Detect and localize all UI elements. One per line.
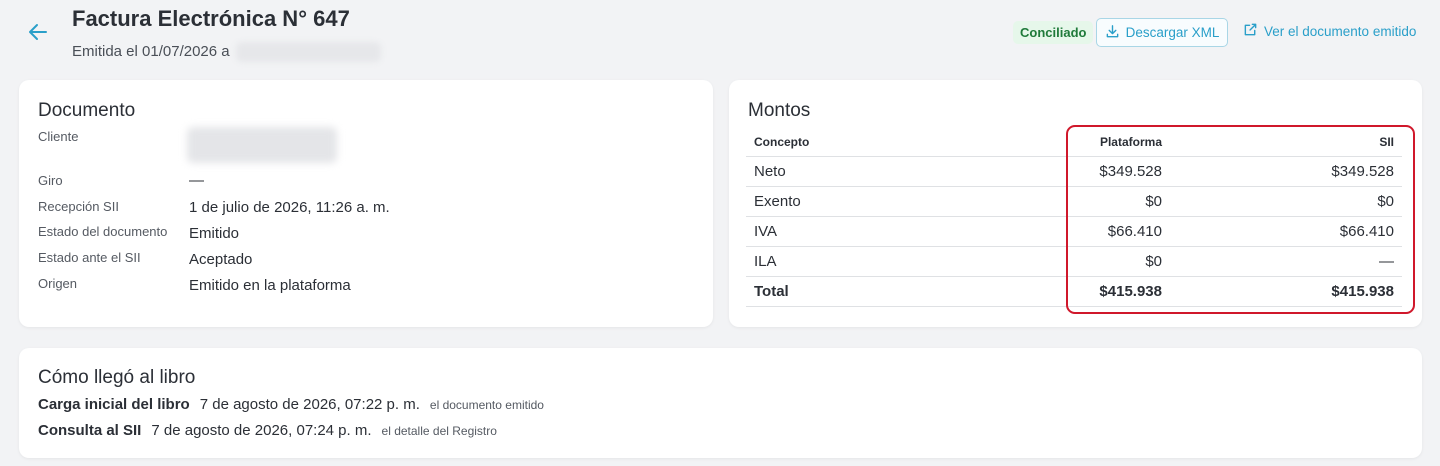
- page-subtitle: Emitida el 01/07/2026 a: [72, 42, 381, 62]
- download-xml-button[interactable]: Descargar XML: [1096, 18, 1228, 47]
- event-name: Consulta al SII: [38, 422, 142, 439]
- cell-plataforma: $415.938: [920, 276, 1170, 307]
- cell-concepto: Neto: [746, 156, 920, 187]
- amounts-table: Concepto Plataforma SII Neto $349.528 $3…: [746, 128, 1402, 307]
- field-value-estado-sii: Aceptado: [189, 251, 253, 268]
- column-header-sii: SII: [1170, 128, 1402, 157]
- field-label-cliente: Cliente: [38, 129, 79, 144]
- cell-concepto: Total: [746, 276, 920, 307]
- table-row: Neto $349.528 $349.528: [746, 156, 1402, 187]
- table-row: ILA $0 —: [746, 246, 1402, 277]
- redacted-client: [187, 127, 337, 163]
- amounts-card-title: Montos: [748, 100, 811, 121]
- page-header: Factura Electrónica N° 647 Emitida el 01…: [0, 0, 1440, 70]
- cell-sii: $66.410: [1170, 216, 1402, 247]
- subtitle-text: Emitida el 01/07/2026 a: [72, 42, 230, 60]
- cell-sii: $349.528: [1170, 156, 1402, 187]
- cell-sii: —: [1170, 246, 1402, 277]
- ledger-card: Cómo llegó al libro Carga inicial del li…: [19, 348, 1422, 458]
- page-title: Factura Electrónica N° 647: [72, 6, 350, 31]
- cell-sii: $0: [1170, 186, 1402, 217]
- cell-sii: $415.938: [1170, 276, 1402, 307]
- ledger-event: Carga inicial del libro 7 de agosto de 20…: [38, 396, 544, 413]
- view-document-label: Ver el documento emitido: [1264, 23, 1417, 39]
- amounts-header-row: Concepto Plataforma SII: [746, 128, 1402, 157]
- external-link-icon: [1243, 22, 1258, 40]
- ledger-card-title: Cómo llegó al libro: [38, 367, 196, 388]
- download-xml-label: Descargar XML: [1125, 25, 1220, 40]
- event-note: el detalle del Registro: [381, 424, 497, 438]
- field-value-estado-documento: Emitido: [189, 225, 240, 242]
- cell-plataforma: $66.410: [920, 216, 1170, 247]
- field-value-giro: —: [189, 172, 204, 189]
- field-label-estado-sii: Estado ante el SII: [38, 250, 141, 265]
- cell-plataforma: $0: [920, 246, 1170, 277]
- field-value-origen: Emitido en la plataforma: [189, 277, 351, 294]
- table-row: Exento $0 $0: [746, 186, 1402, 217]
- column-header-plataforma: Plataforma: [920, 128, 1170, 157]
- cell-plataforma: $349.528: [920, 156, 1170, 187]
- cell-plataforma: $0: [920, 186, 1170, 217]
- status-badge: Conciliado: [1013, 21, 1094, 44]
- cell-concepto: IVA: [746, 216, 920, 247]
- download-icon: [1105, 24, 1120, 42]
- event-name: Carga inicial del libro: [38, 396, 190, 413]
- event-note: el documento emitido: [429, 398, 544, 412]
- view-document-link[interactable]: Ver el documento emitido: [1243, 22, 1416, 40]
- cell-concepto: ILA: [746, 246, 920, 277]
- document-card: Documento Cliente Giro — Recepción SII 1…: [19, 80, 713, 327]
- column-header-concepto: Concepto: [746, 128, 920, 157]
- table-row: IVA $66.410 $66.410: [746, 216, 1402, 247]
- field-label-recepcion: Recepción SII: [38, 199, 119, 214]
- total-row: Total $415.938 $415.938: [746, 276, 1402, 307]
- field-label-estado-documento: Estado del documento: [38, 224, 168, 239]
- ledger-event: Consulta al SII 7 de agosto de 2026, 07:2…: [38, 422, 497, 439]
- cell-concepto: Exento: [746, 186, 920, 217]
- event-date: 7 de agosto de 2026, 07:22 p. m.: [199, 396, 420, 413]
- document-card-title: Documento: [38, 100, 136, 121]
- event-date: 7 de agosto de 2026, 07:24 p. m.: [151, 422, 372, 439]
- back-arrow-icon[interactable]: [26, 20, 50, 44]
- amounts-card: Montos Concepto Plataforma SII Neto $349…: [729, 80, 1422, 327]
- field-label-origen: Origen: [38, 276, 78, 291]
- redacted-recipient: [235, 42, 381, 62]
- field-label-giro: Giro: [38, 173, 63, 188]
- field-value-recepcion: 1 de julio de 2026, 11:26 a. m.: [189, 199, 390, 216]
